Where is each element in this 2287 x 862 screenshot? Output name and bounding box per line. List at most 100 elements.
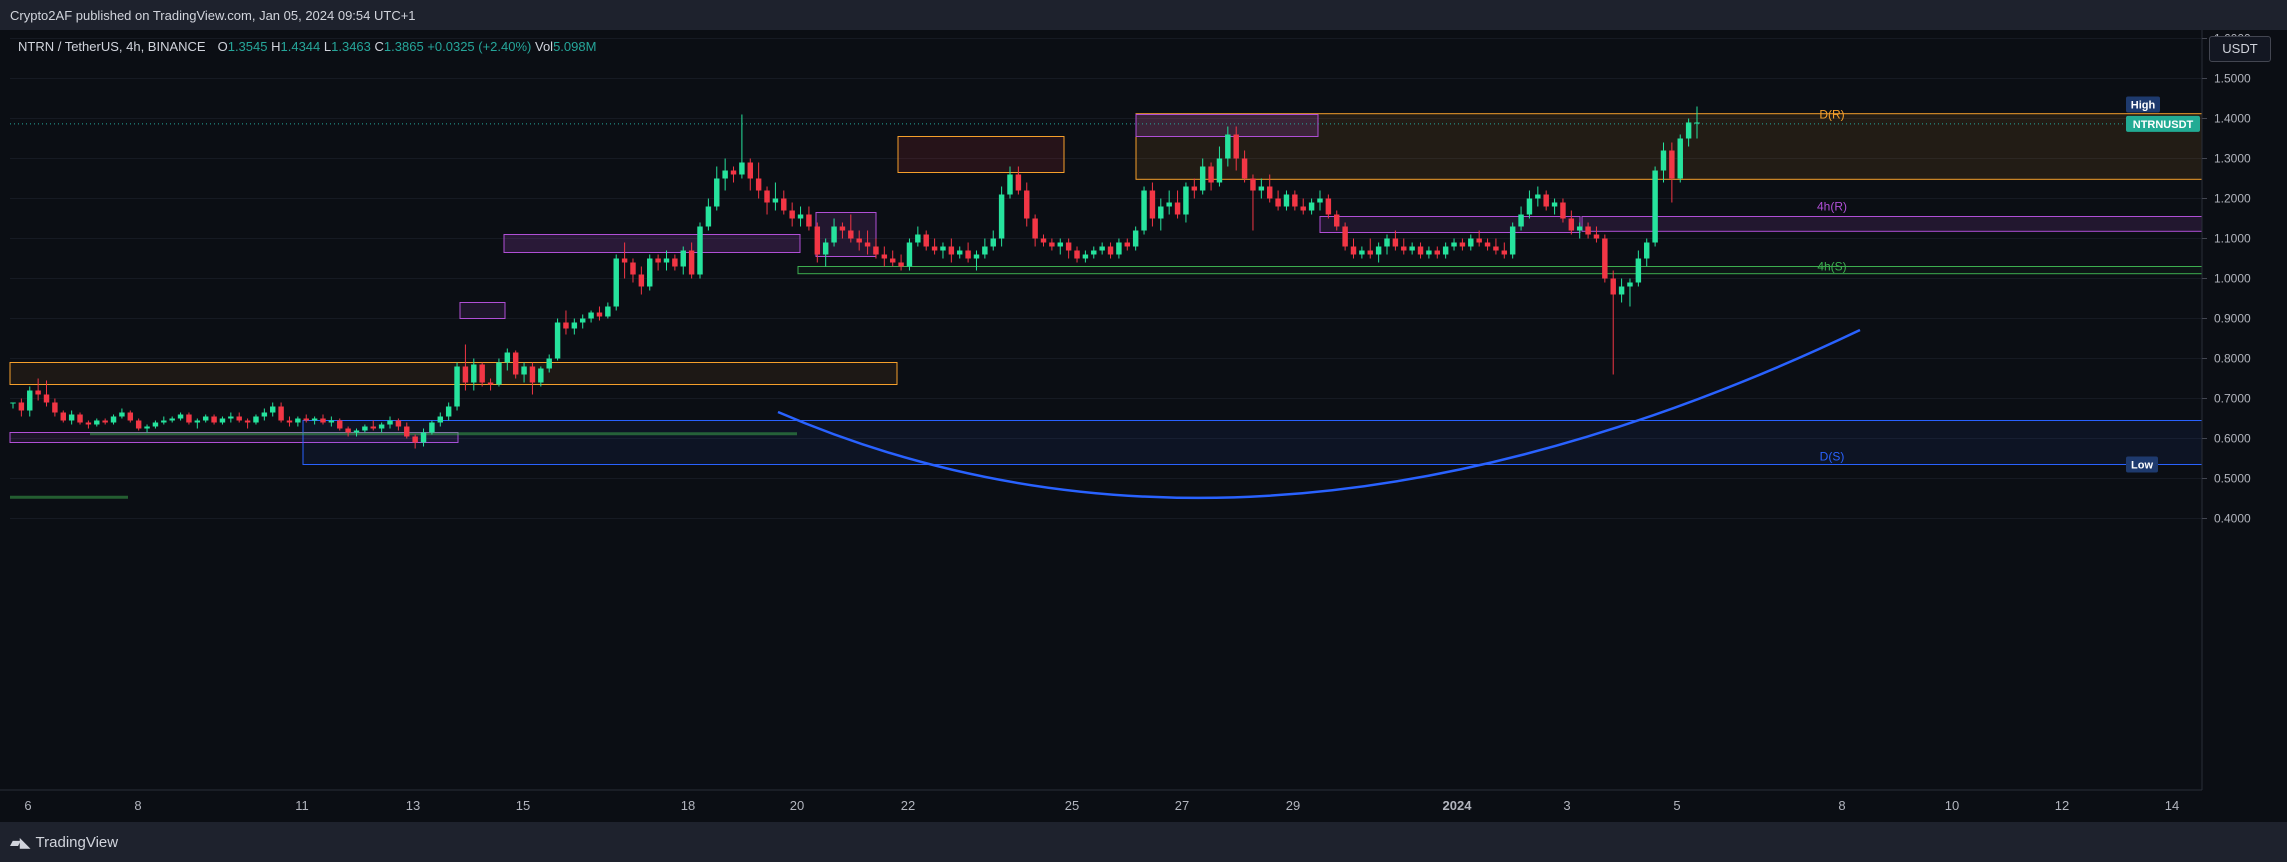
top-bar: Crypto2AF published on TradingView.com, … <box>0 0 2287 30</box>
candle-body <box>839 226 846 231</box>
candle-body <box>546 358 552 369</box>
candle-body <box>831 226 837 243</box>
candle-body <box>1292 194 1298 207</box>
candle-body <box>261 412 268 417</box>
candle-body <box>194 420 201 423</box>
zone-label: 4h(S) <box>1817 260 1846 274</box>
price-scale <box>2202 30 2287 792</box>
zone-daily-support <box>302 420 2203 465</box>
candle-body <box>1317 198 1323 203</box>
candle-body <box>747 162 753 179</box>
candle-body <box>1384 238 1390 247</box>
candle-body <box>1652 170 1658 243</box>
x-tick-label: 22 <box>901 798 915 813</box>
candle-body <box>362 426 368 431</box>
tradingview-logo-icon: ▰◣ <box>10 834 31 850</box>
candle-body <box>1543 194 1549 207</box>
candle-body <box>253 416 259 423</box>
candle-body <box>236 416 242 421</box>
candle-body <box>764 190 770 203</box>
candle-body <box>873 246 879 255</box>
zone-daily-old <box>9 362 898 385</box>
candle-body <box>672 258 678 267</box>
tradingview-brand[interactable]: ▰◣ TradingView <box>10 834 118 851</box>
legend-change: +0.0325 (+2.40%) <box>427 39 532 54</box>
y-tick-label: 1.0000 <box>2214 272 2251 286</box>
candle-body <box>1426 250 1432 255</box>
candle-body <box>1484 242 1491 247</box>
legend-close-value: 1.3865 <box>383 39 424 54</box>
candle-body <box>370 426 376 429</box>
x-tick-label: 11 <box>295 798 309 813</box>
candle-body <box>940 246 946 251</box>
candle-body <box>27 390 33 411</box>
candle-body <box>990 238 996 247</box>
candle-body <box>822 242 829 255</box>
candle-body <box>1518 214 1524 227</box>
candle-body <box>1107 246 1114 255</box>
candle-body <box>1442 246 1449 255</box>
x-tick-label: 2024 <box>1443 798 1473 813</box>
candle-body <box>1283 194 1290 207</box>
candle-body <box>244 420 251 423</box>
candle-body <box>1124 242 1131 247</box>
y-tick-label: 0.6000 <box>2214 432 2251 446</box>
candle-body <box>982 246 988 255</box>
candle-body <box>437 416 444 423</box>
candle-body <box>228 416 234 419</box>
candle-body <box>94 420 100 425</box>
candle-body <box>1308 202 1315 211</box>
low-tag: Low <box>2131 460 2153 472</box>
candle-body <box>1275 198 1281 207</box>
candle-body <box>1685 122 1692 139</box>
candle-body <box>202 416 209 421</box>
currency-unit-button[interactable]: USDT <box>2209 36 2271 62</box>
candle-body <box>43 394 50 403</box>
candle-body <box>18 402 25 411</box>
candle-body <box>579 318 586 323</box>
x-tick-label: 25 <box>1065 798 1079 813</box>
legend-high-value: 1.4344 <box>280 39 321 54</box>
zone-label: 4h(R) <box>1817 200 1847 214</box>
candle-body <box>1250 178 1256 191</box>
zone-4h-support <box>797 266 2203 275</box>
candle-body <box>1266 186 1273 199</box>
candle-body <box>52 402 58 413</box>
candle-body <box>286 420 293 423</box>
candle-body <box>1660 150 1667 171</box>
publish-info: Crypto2AF published on TradingView.com, … <box>10 8 416 23</box>
candle-body <box>1334 214 1340 227</box>
candle-body <box>320 418 326 423</box>
candle-body <box>211 416 217 423</box>
candle-body <box>1099 246 1105 251</box>
candle-body <box>1509 226 1516 255</box>
price-chart[interactable]: D(R)4h(R)4h(S)D(S) 1.60001.50001.40001.3… <box>0 30 2287 822</box>
candle-body <box>538 368 544 383</box>
candle-body <box>1401 246 1407 251</box>
legend-open-value: 1.3545 <box>227 39 268 54</box>
candle-body <box>1082 254 1089 259</box>
x-tick-label: 3 <box>1563 798 1570 813</box>
candle-body <box>1074 250 1080 259</box>
candle-body <box>739 162 745 175</box>
zone-4h-small <box>459 302 506 319</box>
candle-body <box>487 382 494 385</box>
candle-body <box>1225 134 1231 159</box>
candle-body <box>1258 186 1265 191</box>
zone-4h-resistance-mid2 <box>1319 216 1581 233</box>
candle-body <box>856 238 862 243</box>
candle-body <box>1585 226 1591 235</box>
zone-daily-resistance-left <box>897 136 1065 173</box>
candle-body <box>1434 250 1441 255</box>
candle-body <box>613 258 619 307</box>
candle-body <box>596 312 603 317</box>
candle-body <box>948 246 955 255</box>
candle-body <box>864 242 871 247</box>
candle-body <box>630 262 636 275</box>
candle-body <box>923 234 929 247</box>
candle-body <box>1677 138 1683 179</box>
candle-body <box>1057 242 1063 247</box>
candle-body <box>1208 166 1214 183</box>
candle-body <box>998 194 1005 239</box>
candle-body <box>454 366 460 407</box>
